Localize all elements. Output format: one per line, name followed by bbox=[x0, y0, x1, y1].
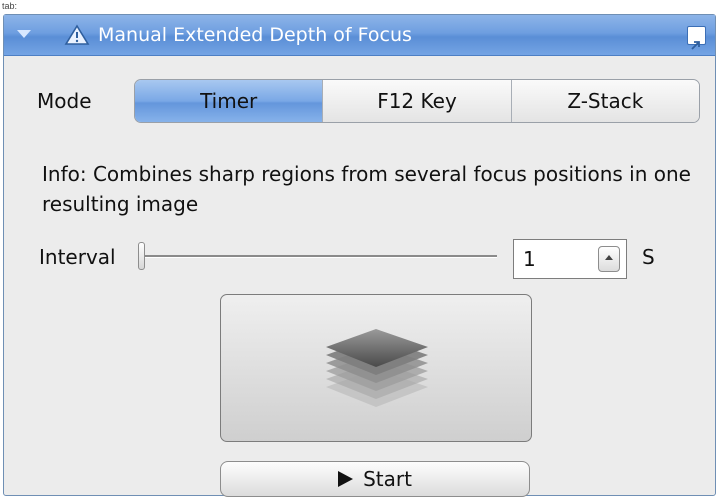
interval-value[interactable]: 1 bbox=[523, 240, 536, 278]
mode-option-z-stack[interactable]: Z-Stack bbox=[511, 80, 699, 122]
start-label: Start bbox=[363, 467, 412, 491]
play-icon bbox=[338, 471, 354, 487]
info-text: Info: Combines sharp regions from severa… bbox=[42, 162, 691, 216]
interval-spinbox[interactable]: 1 bbox=[513, 239, 627, 279]
stack-preview bbox=[220, 294, 532, 442]
undock-icon[interactable] bbox=[687, 26, 706, 50]
mode-option-f12-key[interactable]: F12 Key bbox=[323, 80, 512, 122]
mode-label: Mode bbox=[37, 89, 92, 113]
warning-triangle-icon bbox=[64, 24, 90, 45]
mode-segmented-control: Timer F12 Key Z-Stack bbox=[134, 79, 700, 123]
z-stack-layers-icon bbox=[326, 329, 428, 407]
panel-titlebar[interactable]: Manual Extended Depth of Focus bbox=[4, 15, 715, 56]
interval-label: Interval bbox=[39, 245, 116, 269]
spin-up-icon[interactable] bbox=[598, 246, 620, 272]
interval-unit: S bbox=[642, 245, 655, 269]
panel-title: Manual Extended Depth of Focus bbox=[98, 24, 412, 46]
interval-slider-track[interactable] bbox=[139, 255, 497, 258]
interval-slider-thumb[interactable] bbox=[138, 242, 145, 270]
mode-option-timer[interactable]: Timer bbox=[135, 80, 324, 122]
chevron-down-icon[interactable] bbox=[17, 30, 31, 38]
start-button[interactable]: Start bbox=[220, 461, 530, 497]
manual-edof-panel: Manual Extended Depth of Focus Mode Time… bbox=[3, 14, 716, 497]
